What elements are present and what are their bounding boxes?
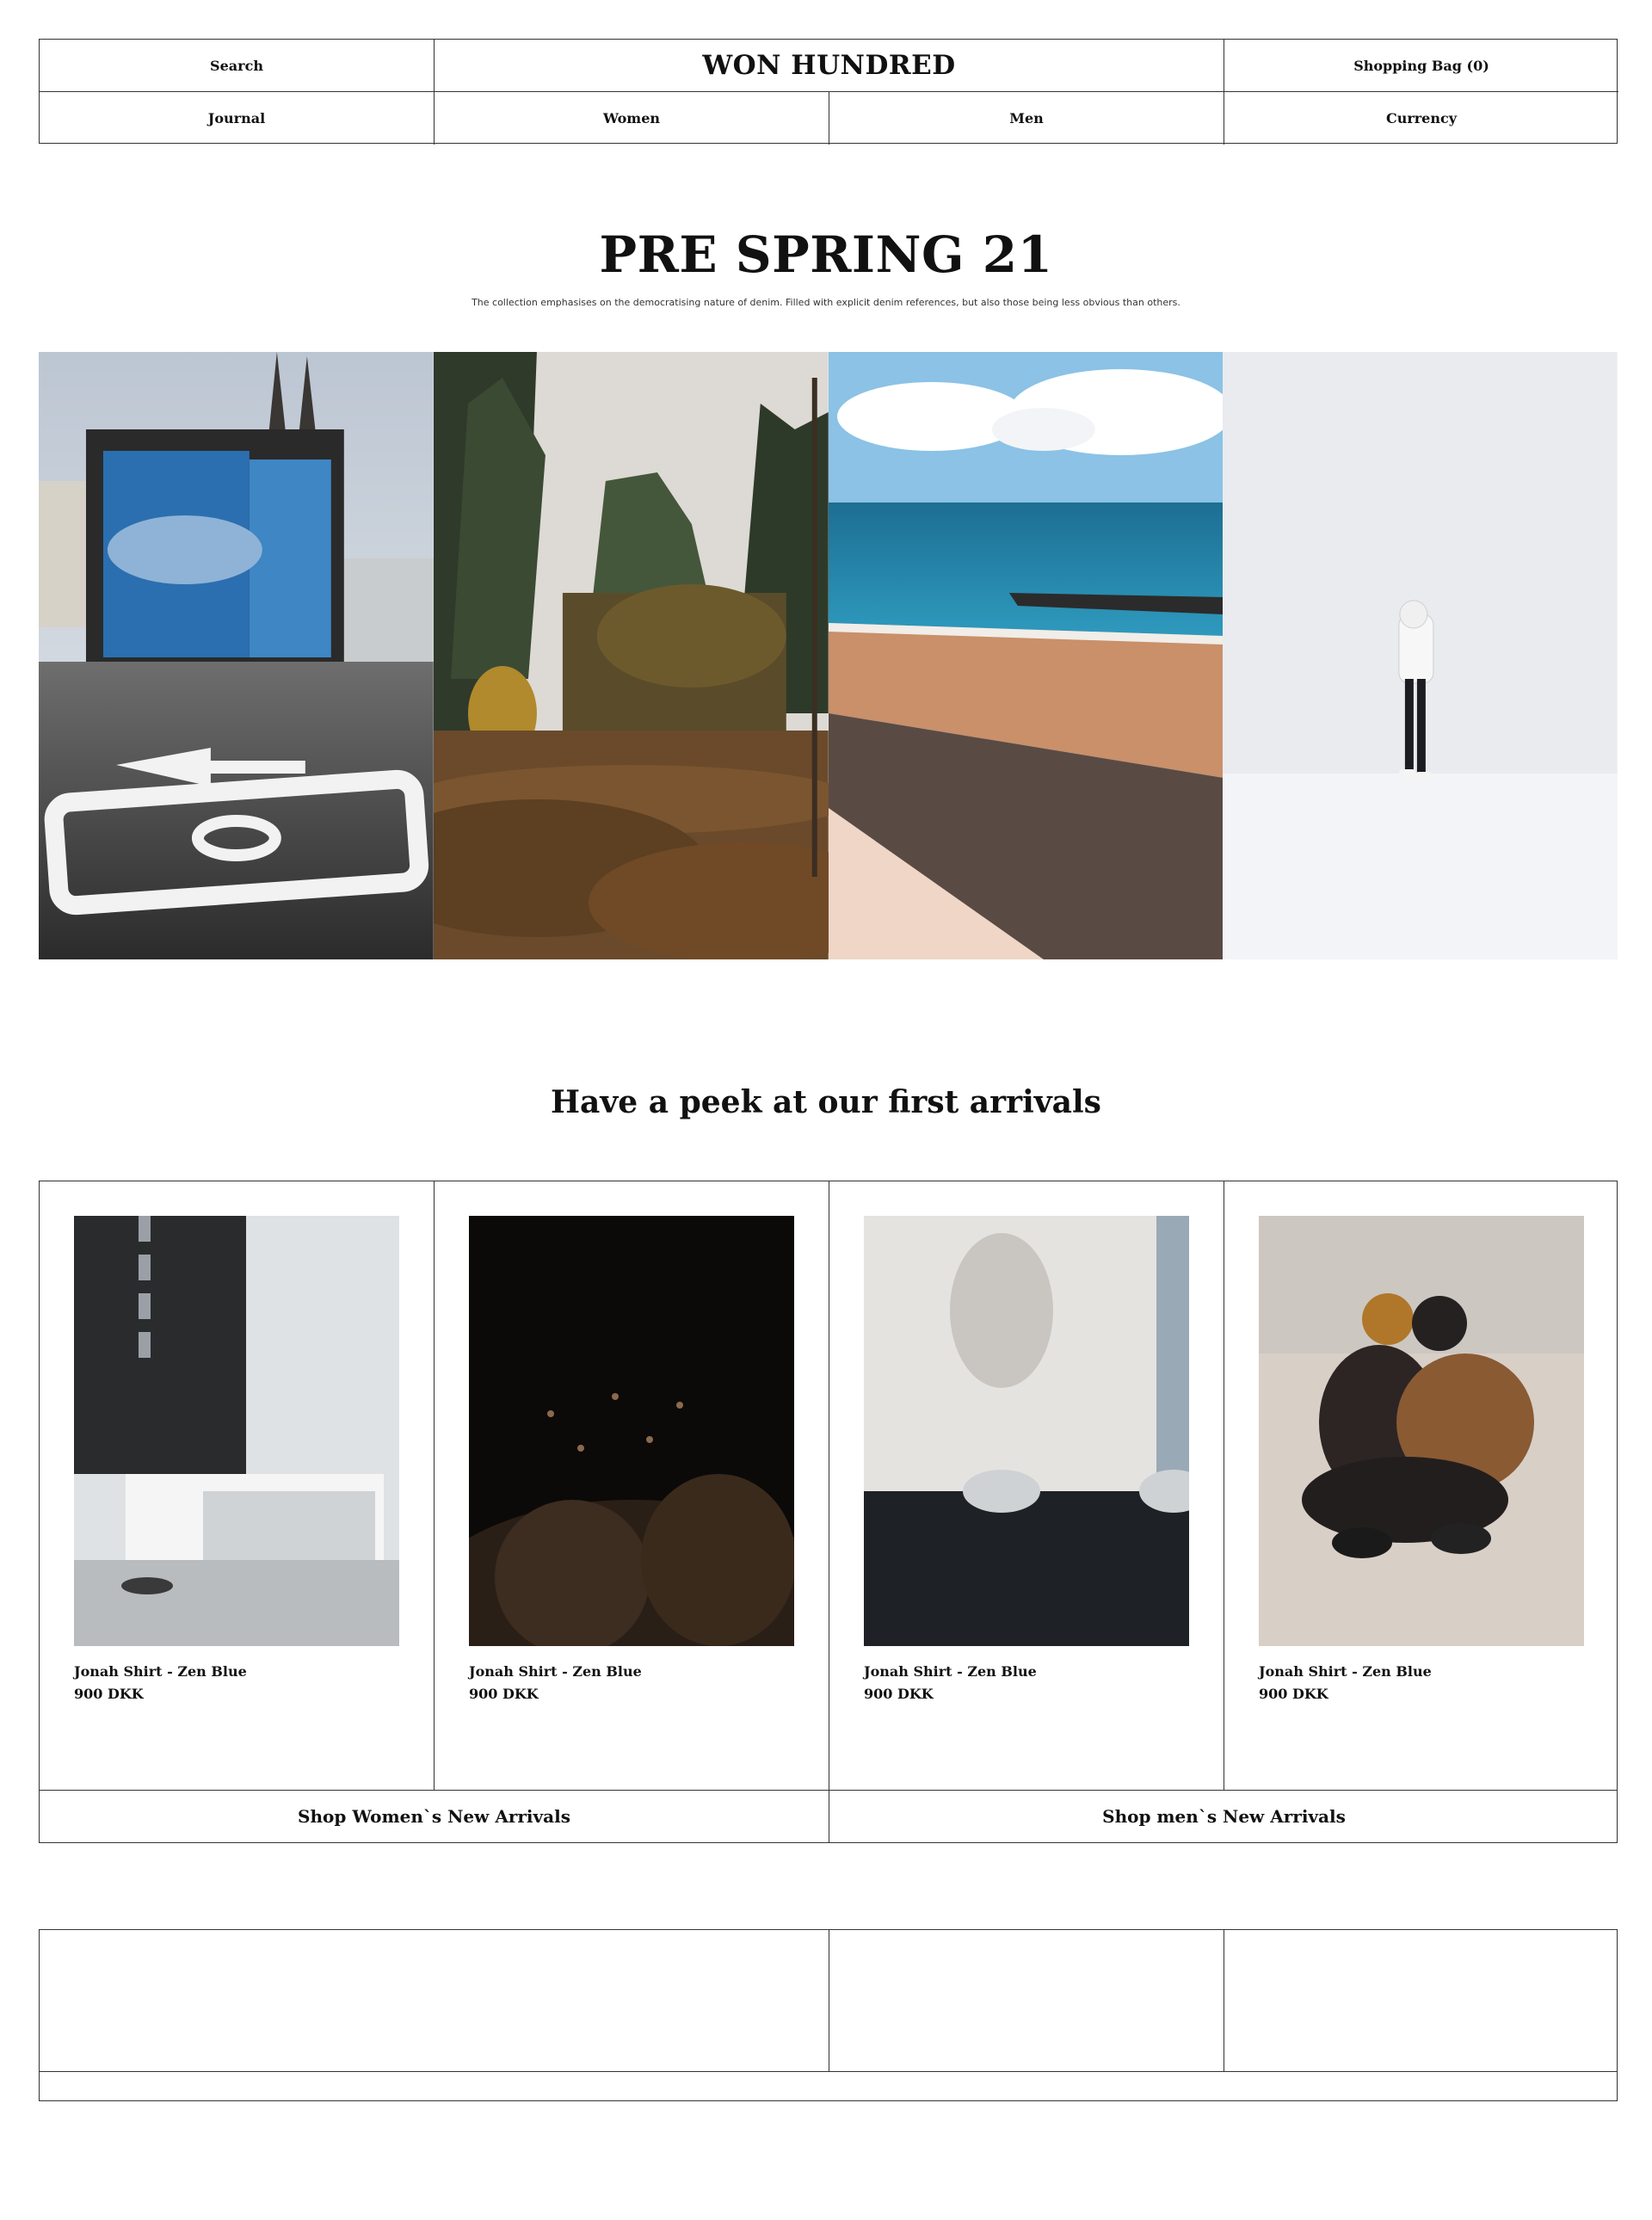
shopping-bag-link[interactable]: Shopping Bag (0) [1224, 40, 1618, 92]
product-name[interactable]: Jonah Shirt - Zen Blue [74, 1663, 247, 1680]
product-price: 900 DKK [469, 1686, 539, 1702]
hero-title: PRE SPRING 21 [599, 225, 1053, 284]
brand-logo[interactable]: WON HUNDRED [702, 50, 955, 81]
product-card[interactable]: Jonah Shirt - Zen Blue 900 DKK [829, 1181, 1224, 1790]
shop-men-arrivals-button[interactable]: Shop men`s New Arrivals [829, 1791, 1618, 1842]
shop-women-arrivals-button[interactable]: Shop Women`s New Arrivals [40, 1791, 829, 1842]
nav-currency[interactable]: Currency [1224, 92, 1618, 145]
brand-cell: WON HUNDRED [435, 40, 1224, 92]
product-name[interactable]: Jonah Shirt - Zen Blue [864, 1663, 1037, 1680]
main-nav: Journal Women Men Currency [40, 92, 1618, 145]
footer-panel-right [1224, 1930, 1618, 2071]
product-price: 900 DKK [74, 1686, 144, 1702]
product-grid: Jonah Shirt - Zen Blue 900 DKK Jonah Shi… [39, 1181, 1618, 1843]
product-name[interactable]: Jonah Shirt - Zen Blue [1259, 1663, 1432, 1680]
footer-panel-wide [40, 1930, 829, 2071]
product-card[interactable]: Jonah Shirt - Zen Blue 900 DKK [435, 1181, 829, 1790]
product-image[interactable] [469, 1216, 794, 1646]
product-card[interactable]: Jonah Shirt - Zen Blue 900 DKK [1224, 1181, 1618, 1790]
search-link[interactable]: Search [40, 40, 435, 92]
product-image[interactable] [74, 1216, 399, 1646]
arrivals-title: Have a peek at our first arrivals [551, 1084, 1101, 1120]
nav-women[interactable]: Women [435, 92, 829, 145]
site-header: Search WON HUNDRED Shopping Bag (0) Jour… [39, 39, 1618, 145]
product-price: 900 DKK [864, 1686, 934, 1702]
hero-subtitle: The collection emphasises on the democra… [472, 297, 1180, 308]
gallery-image-white-room[interactable] [1223, 352, 1618, 959]
product-image[interactable] [1259, 1216, 1584, 1646]
nav-journal[interactable]: Journal [40, 92, 435, 145]
gallery-image-street-mural[interactable] [39, 352, 434, 959]
product-name[interactable]: Jonah Shirt - Zen Blue [469, 1663, 642, 1680]
hero-gallery [39, 352, 1618, 959]
gallery-image-seaside[interactable] [828, 352, 1224, 959]
footer-panel-middle [829, 1930, 1224, 2071]
gallery-image-forest[interactable] [433, 352, 829, 959]
product-image[interactable] [864, 1216, 1189, 1646]
product-price: 900 DKK [1259, 1686, 1328, 1702]
footer-grid [39, 1929, 1618, 2101]
product-card[interactable]: Jonah Shirt - Zen Blue 900 DKK [40, 1181, 435, 1790]
nav-men[interactable]: Men [829, 92, 1224, 145]
